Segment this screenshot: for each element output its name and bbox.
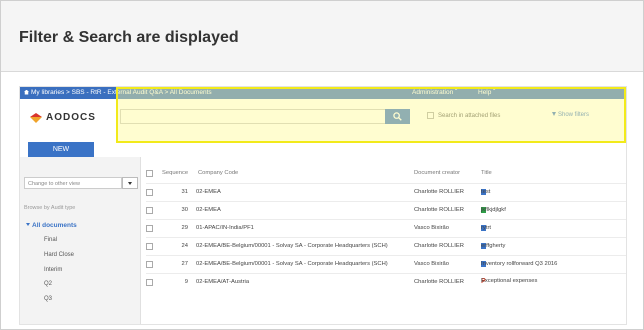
home-icon[interactable] xyxy=(24,89,29,95)
instruction-panel: Filter & Search are displayed My librari… xyxy=(0,0,644,330)
browse-label: Browse by Audit type xyxy=(24,205,76,211)
cell-creator: Charlotte ROLLIER xyxy=(414,243,464,249)
header-document-creator[interactable]: Document creator xyxy=(414,170,460,176)
filter-search-highlight xyxy=(116,87,626,143)
cell-creator: Vasco Bixirão xyxy=(414,225,450,231)
row-checkbox[interactable] xyxy=(146,189,153,196)
aodocs-logo[interactable]: AODOCS xyxy=(30,108,96,126)
tree-item-q3[interactable]: Q3 xyxy=(44,296,52,302)
header-company-code[interactable]: Company Code xyxy=(198,170,238,176)
header-title[interactable]: Title xyxy=(481,170,492,176)
select-all-checkbox[interactable] xyxy=(146,170,153,177)
new-button[interactable]: NEW xyxy=(28,142,94,157)
cell-sequence: 27 xyxy=(181,261,188,267)
cell-company-code: 02-EMEA xyxy=(196,189,221,195)
cell-company-code: 02-EMEA/BE-Belgium/00001 - Solvay SA - C… xyxy=(196,243,388,249)
table-row[interactable]: 30 02-EMEA Charlotte ROLLIER jkflkjdjlgk… xyxy=(146,201,626,219)
cell-sequence: 30 xyxy=(181,207,188,213)
header-sequence[interactable]: Sequence xyxy=(162,170,188,176)
cell-company-code: 01-APAC/IN-India/PF1 xyxy=(196,225,254,231)
cell-company-code: 02-EMEA/AT-Austria xyxy=(196,279,250,285)
table-row[interactable]: 9 02-EMEA/AT-Austria Charlotte ROLLIER P… xyxy=(146,273,626,291)
row-checkbox[interactable] xyxy=(146,225,153,232)
caret-down-icon xyxy=(128,181,132,185)
caption-bar: Filter & Search are displayed xyxy=(1,1,643,72)
change-view-dropdown-button[interactable] xyxy=(122,177,138,189)
row-checkbox[interactable] xyxy=(146,243,153,250)
cell-creator: Charlotte ROLLIER xyxy=(414,189,464,195)
cell-creator: Charlotte ROLLIER xyxy=(414,279,464,285)
logo-text: AODOCS xyxy=(46,111,96,123)
cell-company-code: 02-EMEA/BE-Belgium/00001 - Solvay SA - C… xyxy=(196,261,388,267)
cell-company-code: 02-EMEA xyxy=(196,207,221,213)
logo-diamond-icon xyxy=(30,111,42,123)
tree-item-final[interactable]: Final xyxy=(44,237,57,243)
sidebar: Change to other view Browse by Audit typ… xyxy=(20,157,141,324)
tree-item-interim[interactable]: Interim xyxy=(44,267,62,273)
cell-sequence: 24 xyxy=(181,243,188,249)
table-row[interactable]: 29 01-APAC/IN-India/PF1 Vasco Bixirão ry… xyxy=(146,219,626,237)
table-row[interactable]: 31 02-EMEA Charlotte ROLLIER test xyxy=(146,183,626,201)
table-header: Sequence Company Code Document creator T… xyxy=(146,167,626,179)
table-row[interactable]: 27 02-EMEA/BE-Belgium/00001 - Solvay SA … xyxy=(146,255,626,273)
tree-root-all-documents[interactable]: All documents xyxy=(26,222,77,229)
cell-creator: Charlotte ROLLIER xyxy=(414,207,464,213)
row-checkbox[interactable] xyxy=(146,261,153,268)
row-checkbox[interactable] xyxy=(146,207,153,214)
cell-sequence: 9 xyxy=(184,279,188,285)
cell-sequence: 31 xyxy=(181,189,188,195)
expand-icon xyxy=(26,223,30,226)
table-row[interactable]: 24 02-EMEA/BE-Belgium/00001 - Solvay SA … xyxy=(146,237,626,255)
cell-creator: Vasco Bixirão xyxy=(414,261,450,267)
tree-item-q2[interactable]: Q2 xyxy=(44,281,52,287)
caption-title: Filter & Search are displayed xyxy=(19,29,239,46)
app-screenshot: My libraries > SBS - RtR - External Audi… xyxy=(19,86,627,325)
change-view-select[interactable]: Change to other view xyxy=(24,177,122,189)
row-checkbox[interactable] xyxy=(146,279,153,286)
cell-sequence: 29 xyxy=(181,225,188,231)
tree-item-hard-close[interactable]: Hard Close xyxy=(44,252,74,258)
